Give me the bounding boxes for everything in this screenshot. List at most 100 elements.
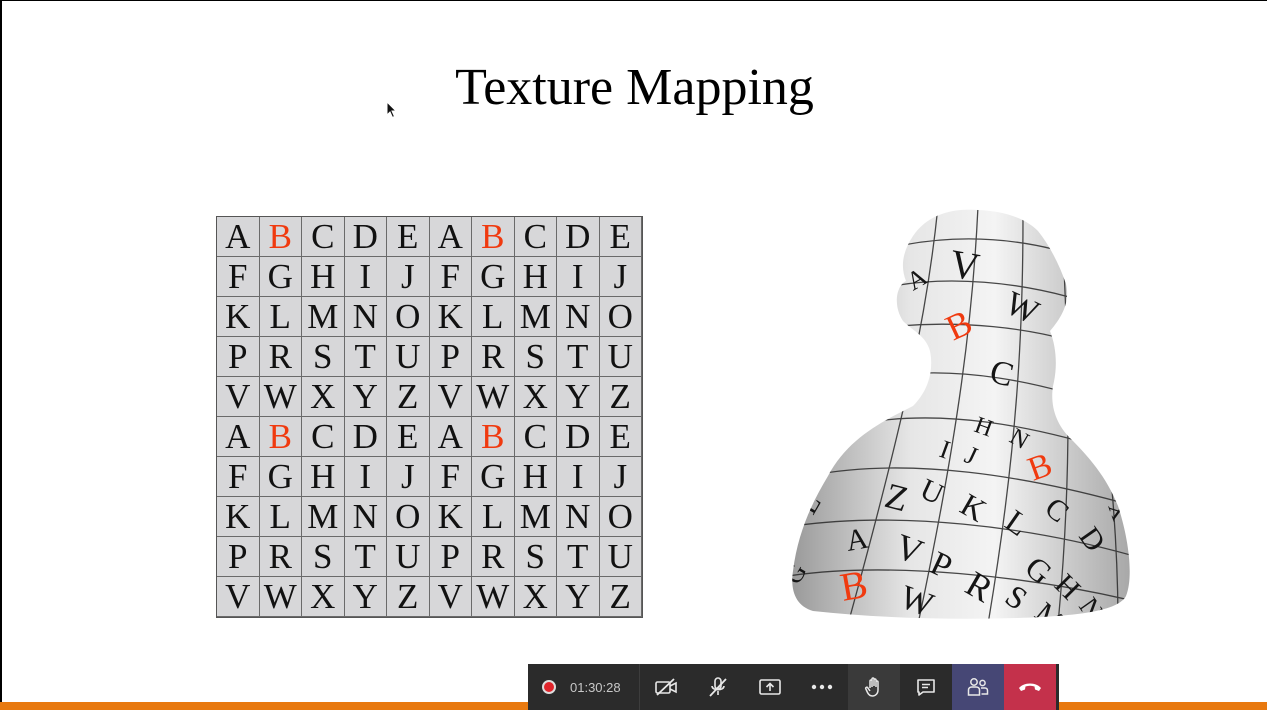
hand-icon bbox=[864, 677, 879, 697]
grid-cell: R bbox=[259, 337, 302, 377]
grid-cell: O bbox=[387, 497, 430, 537]
record-icon bbox=[542, 680, 556, 694]
grid-cell: V bbox=[429, 377, 472, 417]
grid-cell: W bbox=[472, 577, 515, 617]
grid-cell: K bbox=[429, 497, 472, 537]
grid-cell: U bbox=[599, 537, 642, 577]
grid-cell: F bbox=[217, 257, 260, 297]
grid-cell: Z bbox=[387, 377, 430, 417]
people-icon bbox=[967, 678, 988, 696]
grid-cell: O bbox=[599, 497, 642, 537]
mic-off-button[interactable] bbox=[692, 664, 744, 710]
more-actions-button[interactable] bbox=[796, 664, 848, 710]
recording-indicator: 01:30:28 bbox=[528, 664, 640, 710]
grid-cell: N bbox=[557, 297, 600, 337]
grid-cell: S bbox=[302, 537, 345, 577]
grid-cell: J bbox=[387, 257, 430, 297]
more-icon bbox=[811, 684, 832, 690]
grid-cell: M bbox=[302, 497, 345, 537]
grid-cell: G bbox=[472, 457, 515, 497]
grid-cell: F bbox=[217, 457, 260, 497]
grid-cell: C bbox=[302, 217, 345, 257]
grid-cell: A bbox=[429, 217, 472, 257]
grid-cell: H bbox=[514, 457, 557, 497]
grid-cell: L bbox=[259, 497, 302, 537]
grid-cell: M bbox=[514, 497, 557, 537]
raise-hand-button[interactable] bbox=[847, 664, 900, 710]
grid-cell: N bbox=[344, 297, 387, 337]
grid-cell: T bbox=[557, 337, 600, 377]
camera-off-icon bbox=[654, 678, 677, 696]
mic-off-icon bbox=[708, 677, 727, 697]
grid-cell: I bbox=[344, 257, 387, 297]
grid-cell: R bbox=[472, 537, 515, 577]
grid-cell: R bbox=[259, 537, 302, 577]
grid-cell: V bbox=[217, 577, 260, 617]
camera-off-button[interactable] bbox=[640, 664, 692, 710]
grid-cell: N bbox=[344, 497, 387, 537]
grid-cell: L bbox=[259, 297, 302, 337]
grid-cell: T bbox=[557, 537, 600, 577]
grid-cell: S bbox=[514, 537, 557, 577]
grid-cell: G bbox=[259, 257, 302, 297]
grid-cell: B bbox=[259, 217, 302, 257]
grid-cell: K bbox=[429, 297, 472, 337]
grid-cell: Z bbox=[599, 577, 642, 617]
grid-cell: G bbox=[259, 457, 302, 497]
grid-cell: J bbox=[599, 257, 642, 297]
grid-cell: O bbox=[599, 297, 642, 337]
grid-cell: C bbox=[514, 217, 557, 257]
grid-cell: P bbox=[217, 537, 260, 577]
grid-cell: X bbox=[514, 577, 557, 617]
grid-cell: O bbox=[387, 297, 430, 337]
grid-cell: X bbox=[302, 577, 345, 617]
hang-up-button[interactable] bbox=[1003, 664, 1056, 710]
grid-cell: E bbox=[387, 217, 430, 257]
grid-cell: M bbox=[302, 297, 345, 337]
grid-cell: A bbox=[217, 217, 260, 257]
grid-cell: L bbox=[472, 497, 515, 537]
grid-cell: T bbox=[344, 537, 387, 577]
grid-cell: F bbox=[429, 457, 472, 497]
grid-cell: N bbox=[557, 497, 600, 537]
grid-cell: J bbox=[599, 457, 642, 497]
grid-cell: U bbox=[387, 537, 430, 577]
chat-icon bbox=[916, 679, 935, 696]
grid-cell: W bbox=[472, 377, 515, 417]
grid-cell: B bbox=[259, 417, 302, 457]
grid-cell: A bbox=[429, 417, 472, 457]
slide-title: Texture Mapping bbox=[455, 59, 814, 116]
grid-cell: W bbox=[259, 377, 302, 417]
grid-cell: X bbox=[514, 377, 557, 417]
grid-cell: Y bbox=[557, 577, 600, 617]
grid-cell: Z bbox=[387, 577, 430, 617]
share-screen-button[interactable] bbox=[744, 664, 796, 710]
grid-cell: H bbox=[302, 257, 345, 297]
grid-cell: J bbox=[387, 457, 430, 497]
grid-cell: D bbox=[557, 217, 600, 257]
grid-cell: I bbox=[557, 457, 600, 497]
grid-cell: C bbox=[514, 417, 557, 457]
hang-up-icon bbox=[1018, 683, 1041, 691]
grid-cell: Z bbox=[599, 377, 642, 417]
grid-cell: E bbox=[599, 417, 642, 457]
chat-button[interactable] bbox=[900, 664, 952, 710]
grid-cell: H bbox=[302, 457, 345, 497]
grid-cell: Y bbox=[344, 577, 387, 617]
grid-cell: E bbox=[387, 417, 430, 457]
participants-button[interactable] bbox=[951, 664, 1004, 710]
grid-cell: U bbox=[387, 337, 430, 377]
grid-cell: P bbox=[429, 537, 472, 577]
grid-cell: W bbox=[259, 577, 302, 617]
grid-cell: K bbox=[217, 297, 260, 337]
grid-cell: E bbox=[599, 217, 642, 257]
grid-cell: X bbox=[302, 377, 345, 417]
meeting-timer: 01:30:28 bbox=[570, 679, 621, 695]
grid-cell: R bbox=[472, 337, 515, 377]
grid-cell: S bbox=[514, 337, 557, 377]
grid-cell: P bbox=[217, 337, 260, 377]
grid-cell: D bbox=[557, 417, 600, 457]
grid-cell: L bbox=[472, 297, 515, 337]
grid-cell: P bbox=[429, 337, 472, 377]
grid-cell: H bbox=[514, 257, 557, 297]
